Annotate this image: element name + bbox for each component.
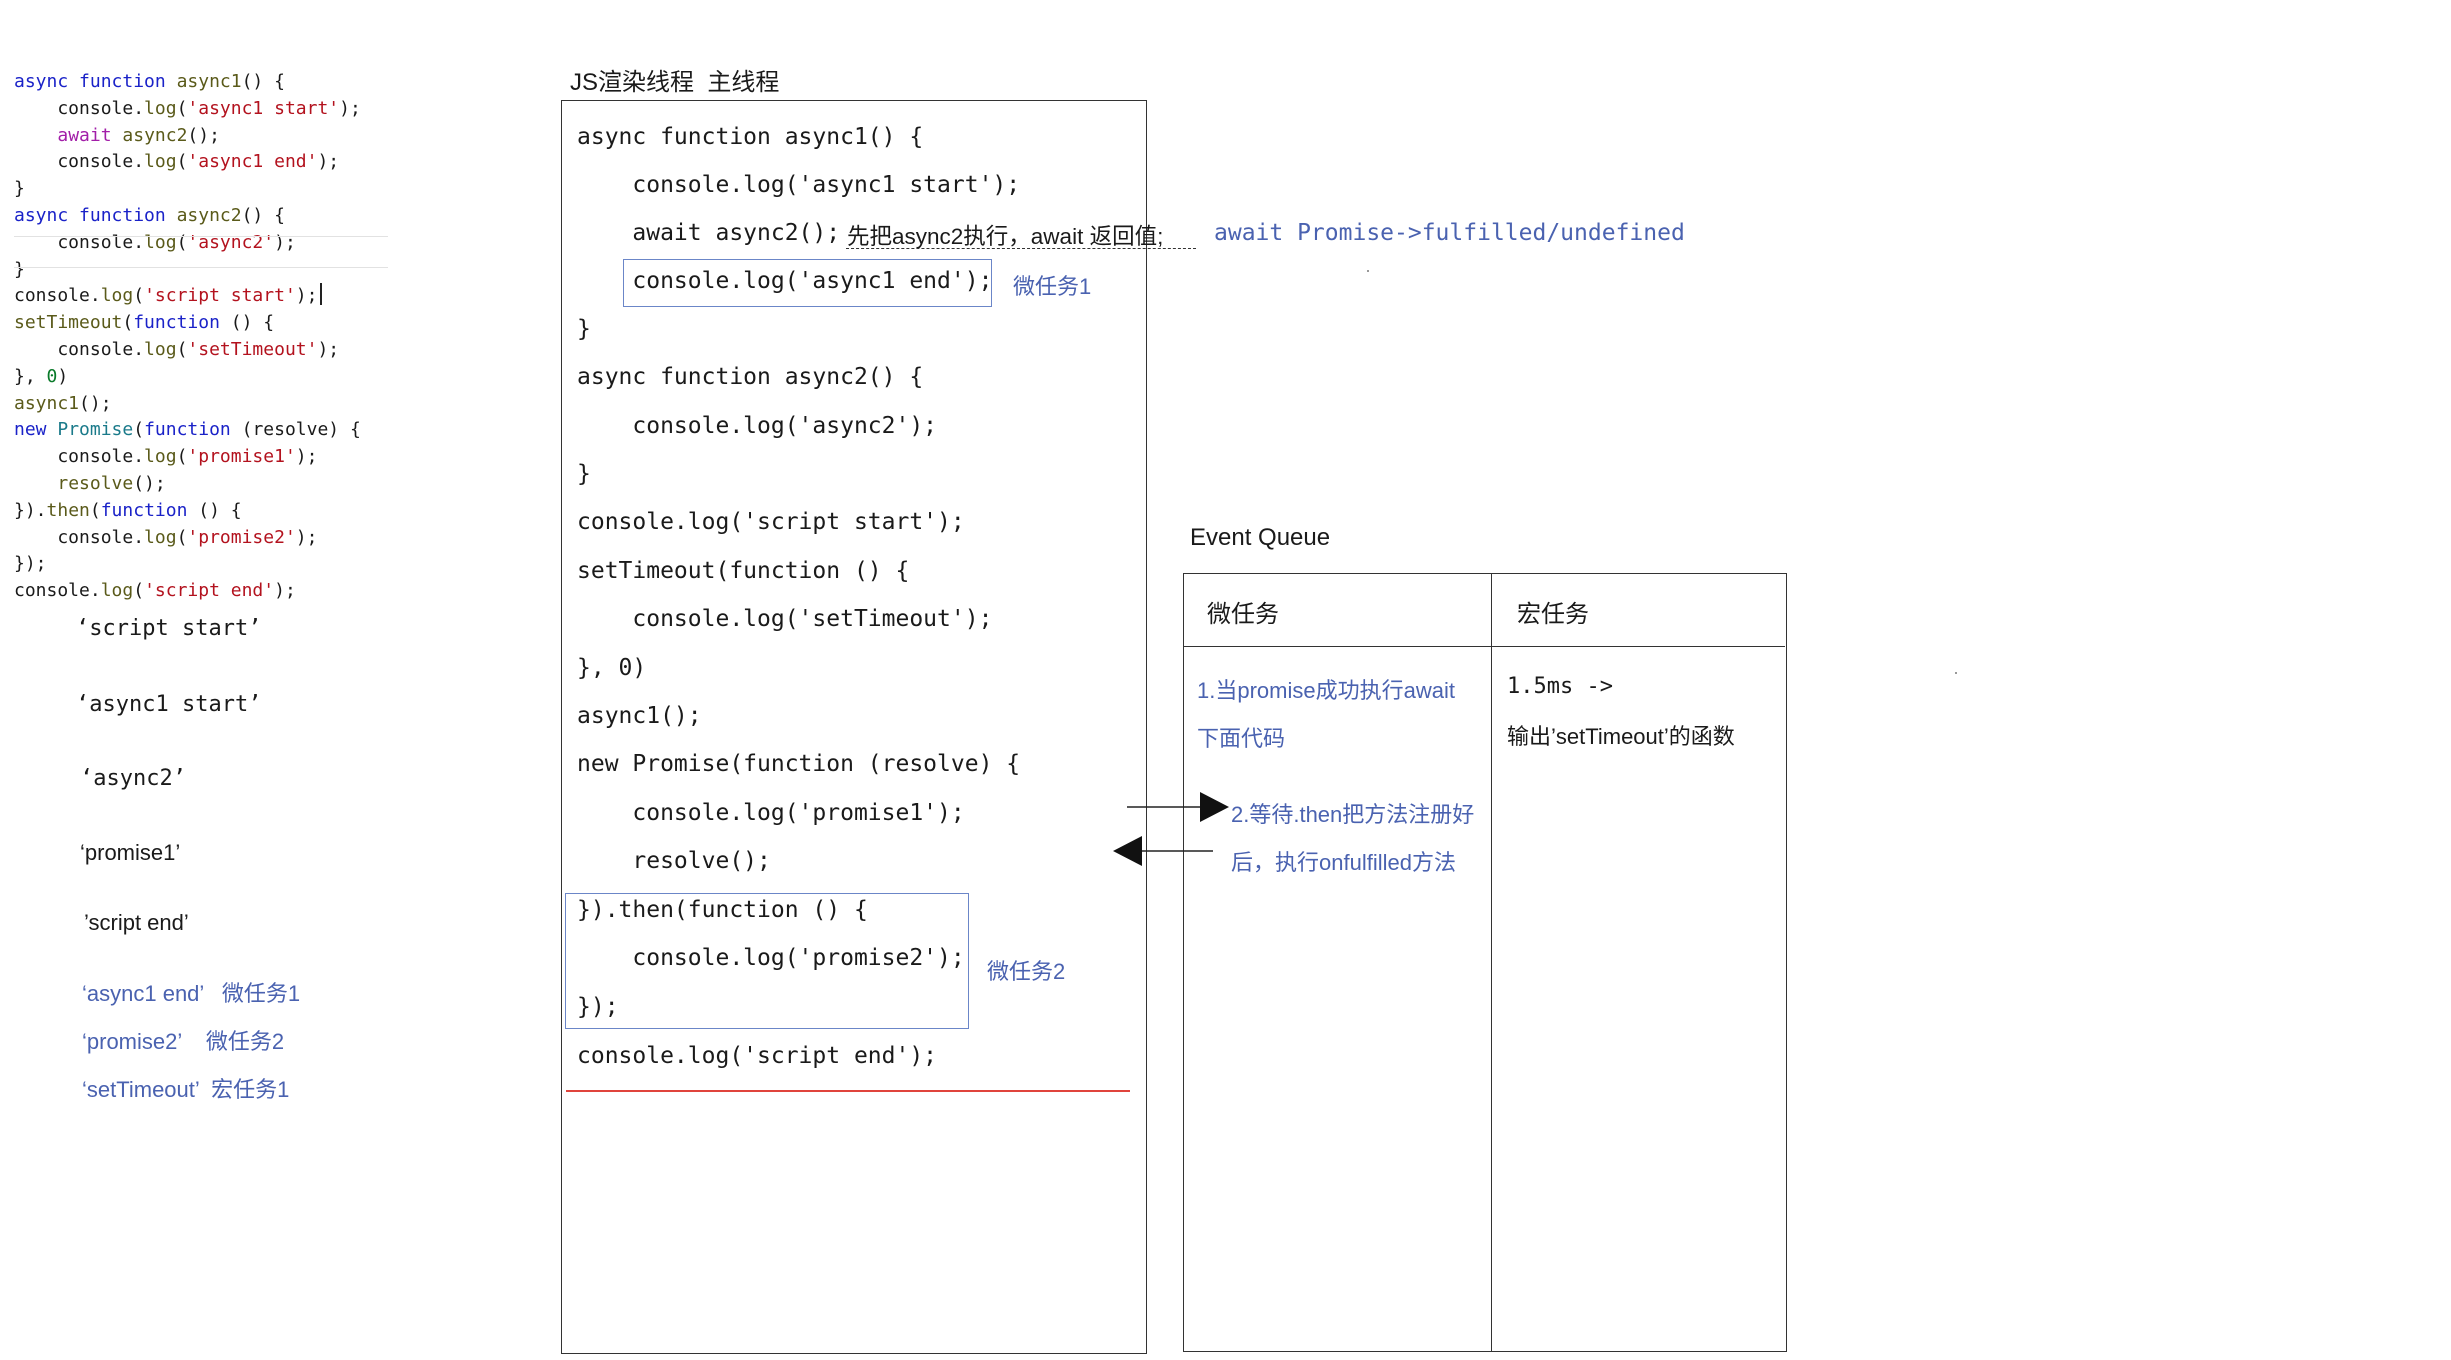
arrow-to-micro-queue xyxy=(1127,792,1229,822)
arrow-to-main-thread xyxy=(1113,836,1213,866)
arrows-layer xyxy=(1113,792,1229,866)
